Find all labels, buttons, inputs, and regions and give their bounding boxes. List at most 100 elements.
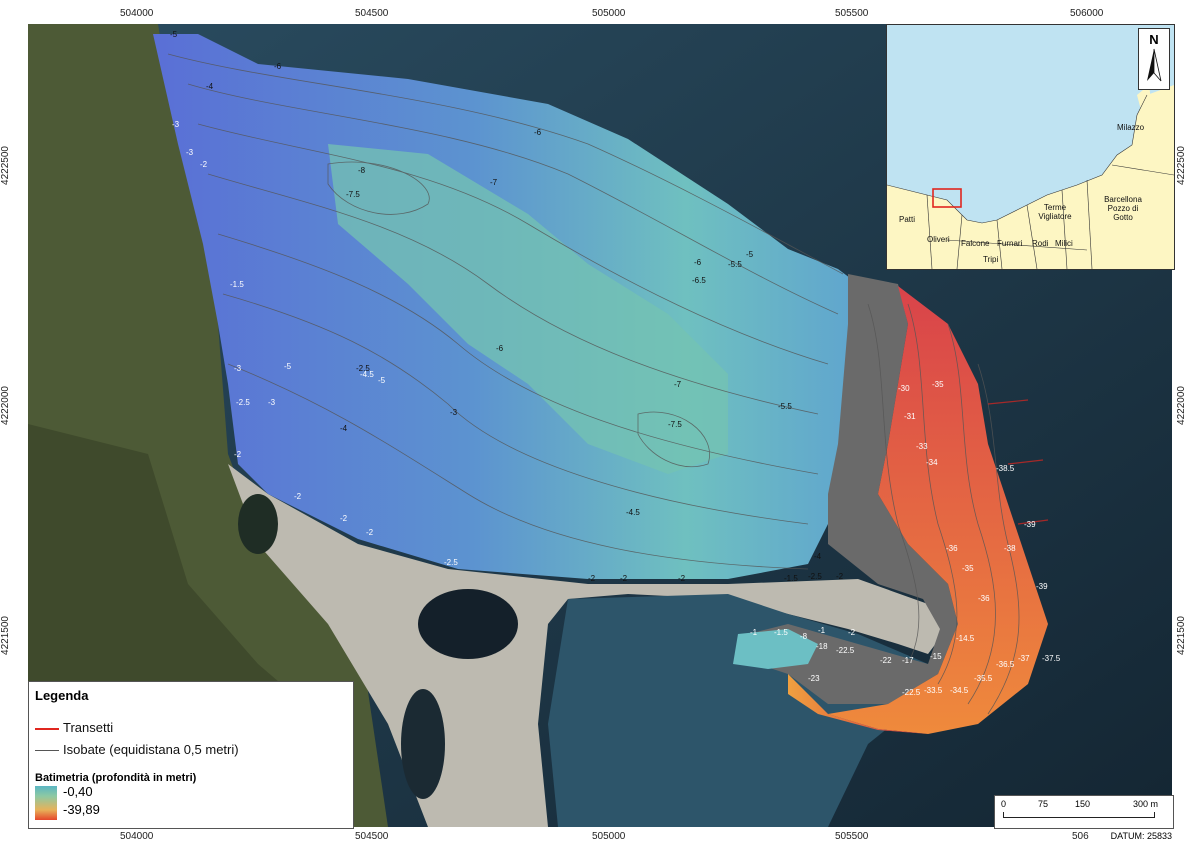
x-tick-top-2: 504500 xyxy=(355,8,389,19)
inset-town-label: Milazzo xyxy=(1117,123,1145,132)
depth-label: -38 xyxy=(1004,544,1016,553)
scale-bar: 0 75 150 300 m xyxy=(994,795,1174,829)
depth-label: -33.5 xyxy=(924,686,943,695)
depth-label: -14.5 xyxy=(956,634,975,643)
depth-label: -6 xyxy=(274,62,282,71)
x-tick-bottom-3: 505000 xyxy=(592,831,626,842)
depth-label: -1 xyxy=(818,626,826,635)
depth-label: -38.5 xyxy=(996,464,1015,473)
depth-label: -2.5 xyxy=(236,398,250,407)
depth-label: -6 xyxy=(534,128,542,137)
inset-geography xyxy=(887,25,1174,269)
depth-label: -1.5 xyxy=(774,628,788,637)
depth-label: -22.5 xyxy=(836,646,855,655)
depth-label: -3 xyxy=(268,398,276,407)
scale-label: 150 xyxy=(1075,799,1091,809)
locator-inset-map: N Milazzo Barcellona Pozzo di Gotto Term… xyxy=(886,24,1175,270)
y-tick-right-1: 4222500 xyxy=(1175,146,1187,185)
scale-label: 0 xyxy=(1001,799,1007,809)
legend-bathymetry-title: Batimetria (profondità in metri) xyxy=(35,772,197,784)
legend-panel: Legenda Transetti Isobate (equidistana 0… xyxy=(28,681,354,829)
x-tick-top-5: 506000 xyxy=(1070,8,1104,19)
depth-label: -2.5 xyxy=(356,364,370,373)
legend-color-ramp xyxy=(35,786,57,820)
legend-item-transetti: Transetti xyxy=(35,720,113,735)
depth-label: -3 xyxy=(172,120,180,129)
depth-label: -30 xyxy=(898,384,910,393)
depth-label: -37.5 xyxy=(1042,654,1061,663)
legend-swatch-gray xyxy=(35,750,59,752)
depth-label: -8 xyxy=(800,632,808,641)
depth-label: -36 xyxy=(978,594,990,603)
y-tick-left-3: 4221500 xyxy=(0,616,11,655)
y-tick-right-2: 4222000 xyxy=(1175,386,1187,425)
depth-label: -2 xyxy=(848,628,856,637)
depth-label: -39 xyxy=(1036,582,1048,591)
depth-label: -2 xyxy=(200,160,208,169)
depth-label: -18 xyxy=(816,642,828,651)
depth-label: -7 xyxy=(674,380,682,389)
inset-town-label: Tripi xyxy=(983,255,999,264)
scale-label: 75 xyxy=(1038,799,1049,809)
depth-label: -8 xyxy=(358,166,366,175)
depth-label: -2 xyxy=(234,450,242,459)
depth-label: -2 xyxy=(620,574,628,583)
y-tick-right-3: 4221500 xyxy=(1175,616,1187,655)
depth-label: -37 xyxy=(1018,654,1030,663)
depth-label: -5 xyxy=(378,376,386,385)
inset-town-label: Barcellona Pozzo di Gotto xyxy=(1104,195,1142,222)
x-tick-bottom-2: 504500 xyxy=(355,831,389,842)
depth-label: -2 xyxy=(836,572,844,581)
legend-item-isobate: Isobate (equidistana 0,5 metri) xyxy=(35,742,239,757)
depth-label: -6.5 xyxy=(692,276,706,285)
inset-town-label: Rodi xyxy=(1032,239,1049,248)
datum-label: DATUM: 25833 xyxy=(1110,831,1172,841)
depth-label: -6 xyxy=(694,258,702,267)
depth-label: -2 xyxy=(366,528,374,537)
legend-item-label: Transetti xyxy=(63,720,114,735)
inset-town-label: Terme Vigliatore xyxy=(1038,203,1072,221)
depth-label: -2.5 xyxy=(808,572,822,581)
depth-label: -22 xyxy=(880,656,892,665)
depth-label: -17 xyxy=(902,656,914,665)
depth-label: -23 xyxy=(808,674,820,683)
depth-label: -7 xyxy=(490,178,498,187)
depth-label: -31 xyxy=(904,412,916,421)
depth-label: -36.5 xyxy=(996,660,1015,669)
depth-label: -36 xyxy=(946,544,958,553)
depth-label: -5.5 xyxy=(728,260,742,269)
depth-label: -4 xyxy=(206,82,214,91)
depth-label: -3 xyxy=(450,408,458,417)
x-tick-top-1: 504000 xyxy=(120,8,154,19)
depth-label: -3 xyxy=(234,364,242,373)
depth-label: -34.5 xyxy=(950,686,969,695)
depth-label: -35 xyxy=(962,564,974,573)
depth-label: -2.5 xyxy=(444,558,458,567)
depth-label: -15 xyxy=(930,652,942,661)
depth-label: -1.5 xyxy=(230,280,244,289)
x-tick-top-4: 505500 xyxy=(835,8,869,19)
depth-label: -3 xyxy=(186,148,194,157)
legend-swatch-red xyxy=(35,727,59,730)
inset-town-label: Furnari xyxy=(997,239,1023,248)
depth-label: -7.5 xyxy=(346,190,360,199)
depth-label: -4.5 xyxy=(626,508,640,517)
x-tick-bottom-5: 506 xyxy=(1072,831,1089,842)
legend-max-value: -0,40 xyxy=(63,784,93,799)
depth-label: -7.5 xyxy=(668,420,682,429)
legend-item-label: Isobate (equidistana 0,5 metri) xyxy=(63,742,239,757)
y-tick-left-1: 4222500 xyxy=(0,146,11,185)
depth-label: -2 xyxy=(678,574,686,583)
depth-label: -5 xyxy=(170,30,178,39)
scale-bar-graphic xyxy=(1003,812,1155,818)
x-tick-top-3: 505000 xyxy=(592,8,626,19)
legend-title: Legenda xyxy=(35,688,89,703)
inset-town-label: Patti xyxy=(899,215,916,224)
y-tick-left-2: 4222000 xyxy=(0,386,11,425)
depth-label: -35.5 xyxy=(974,674,993,683)
depth-label: -1.5 xyxy=(784,574,798,583)
depth-label: -22.5 xyxy=(902,688,921,697)
depth-label: -4 xyxy=(340,424,348,433)
scale-label: 300 m xyxy=(1133,799,1159,809)
depth-label: -33 xyxy=(916,442,928,451)
